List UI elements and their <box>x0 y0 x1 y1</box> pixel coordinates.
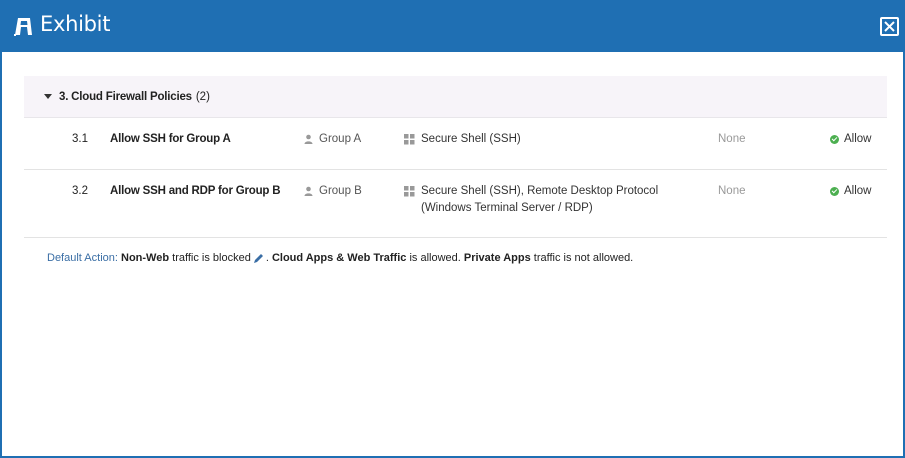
title-bar: Exhibit <box>2 0 905 52</box>
section-title: 3. Cloud Firewall Policies <box>59 90 192 103</box>
policy-panel: 3. Cloud Firewall Policies (2) 3.1 Allow… <box>24 76 887 238</box>
policy-group: Group A <box>304 133 361 145</box>
section-header-cloud-firewall[interactable]: 3. Cloud Firewall Policies (2) <box>24 76 887 118</box>
policy-exception: None <box>718 185 746 197</box>
policy-exception: None <box>718 133 746 145</box>
policy-number: 3.1 <box>72 133 88 145</box>
non-web-label: Non-Web <box>121 252 170 264</box>
pencil-icon[interactable] <box>253 253 264 264</box>
private-apps-text: traffic is not allowed. <box>533 252 634 264</box>
section-count: (2) <box>195 90 210 103</box>
check-circle-icon <box>830 186 839 196</box>
policy-row[interactable]: 3.2 Allow SSH and RDP for Group B Group … <box>24 170 887 238</box>
cloud-apps-text: is allowed. <box>409 252 461 264</box>
policy-action-label: Allow <box>844 133 872 145</box>
policy-apps: Secure Shell (SSH) <box>404 131 674 148</box>
app-grid-icon <box>404 186 415 197</box>
policy-apps-line1: Secure Shell (SSH), Remote Desktop Proto… <box>421 185 659 197</box>
non-web-text: traffic is blocked <box>172 252 251 264</box>
policy-name[interactable]: Allow SSH and RDP for Group B <box>110 185 281 197</box>
exhibit-window: Exhibit 3. Cloud Firewall Policies (2) 3… <box>0 0 905 458</box>
close-icon <box>884 21 895 32</box>
policy-action: Allow <box>830 133 871 145</box>
policy-group-label: Group A <box>319 133 362 145</box>
policy-apps-line2: (Windows Terminal Server / RDP) <box>421 202 593 214</box>
policy-number: 3.2 <box>72 185 88 197</box>
user-icon <box>304 186 313 196</box>
policy-apps: Secure Shell (SSH), Remote Desktop Proto… <box>404 183 674 217</box>
policy-group-label: Group B <box>319 185 362 197</box>
policy-apps-line1: Secure Shell (SSH) <box>421 133 521 145</box>
policy-action: Allow <box>830 185 871 197</box>
cloud-apps-label: Cloud Apps & Web Traffic <box>271 252 407 264</box>
user-icon <box>304 134 313 144</box>
check-circle-icon <box>830 134 839 144</box>
caret-down-icon[interactable] <box>44 94 52 99</box>
default-action-label: Default Action: <box>47 252 118 264</box>
policy-action-label: Allow <box>844 185 872 197</box>
policy-row[interactable]: 3.1 Allow SSH for Group A Group A Secure… <box>24 118 887 170</box>
close-button[interactable] <box>880 17 899 36</box>
policy-group: Group B <box>304 185 362 197</box>
default-action-line: Default Action: Non-Web traffic is block… <box>47 252 634 264</box>
exhibit-logo-icon <box>12 15 34 37</box>
app-grid-icon <box>404 134 415 145</box>
policy-name[interactable]: Allow SSH for Group A <box>110 133 231 145</box>
window-title: Exhibit <box>40 12 111 36</box>
private-apps-label: Private Apps <box>463 252 531 264</box>
